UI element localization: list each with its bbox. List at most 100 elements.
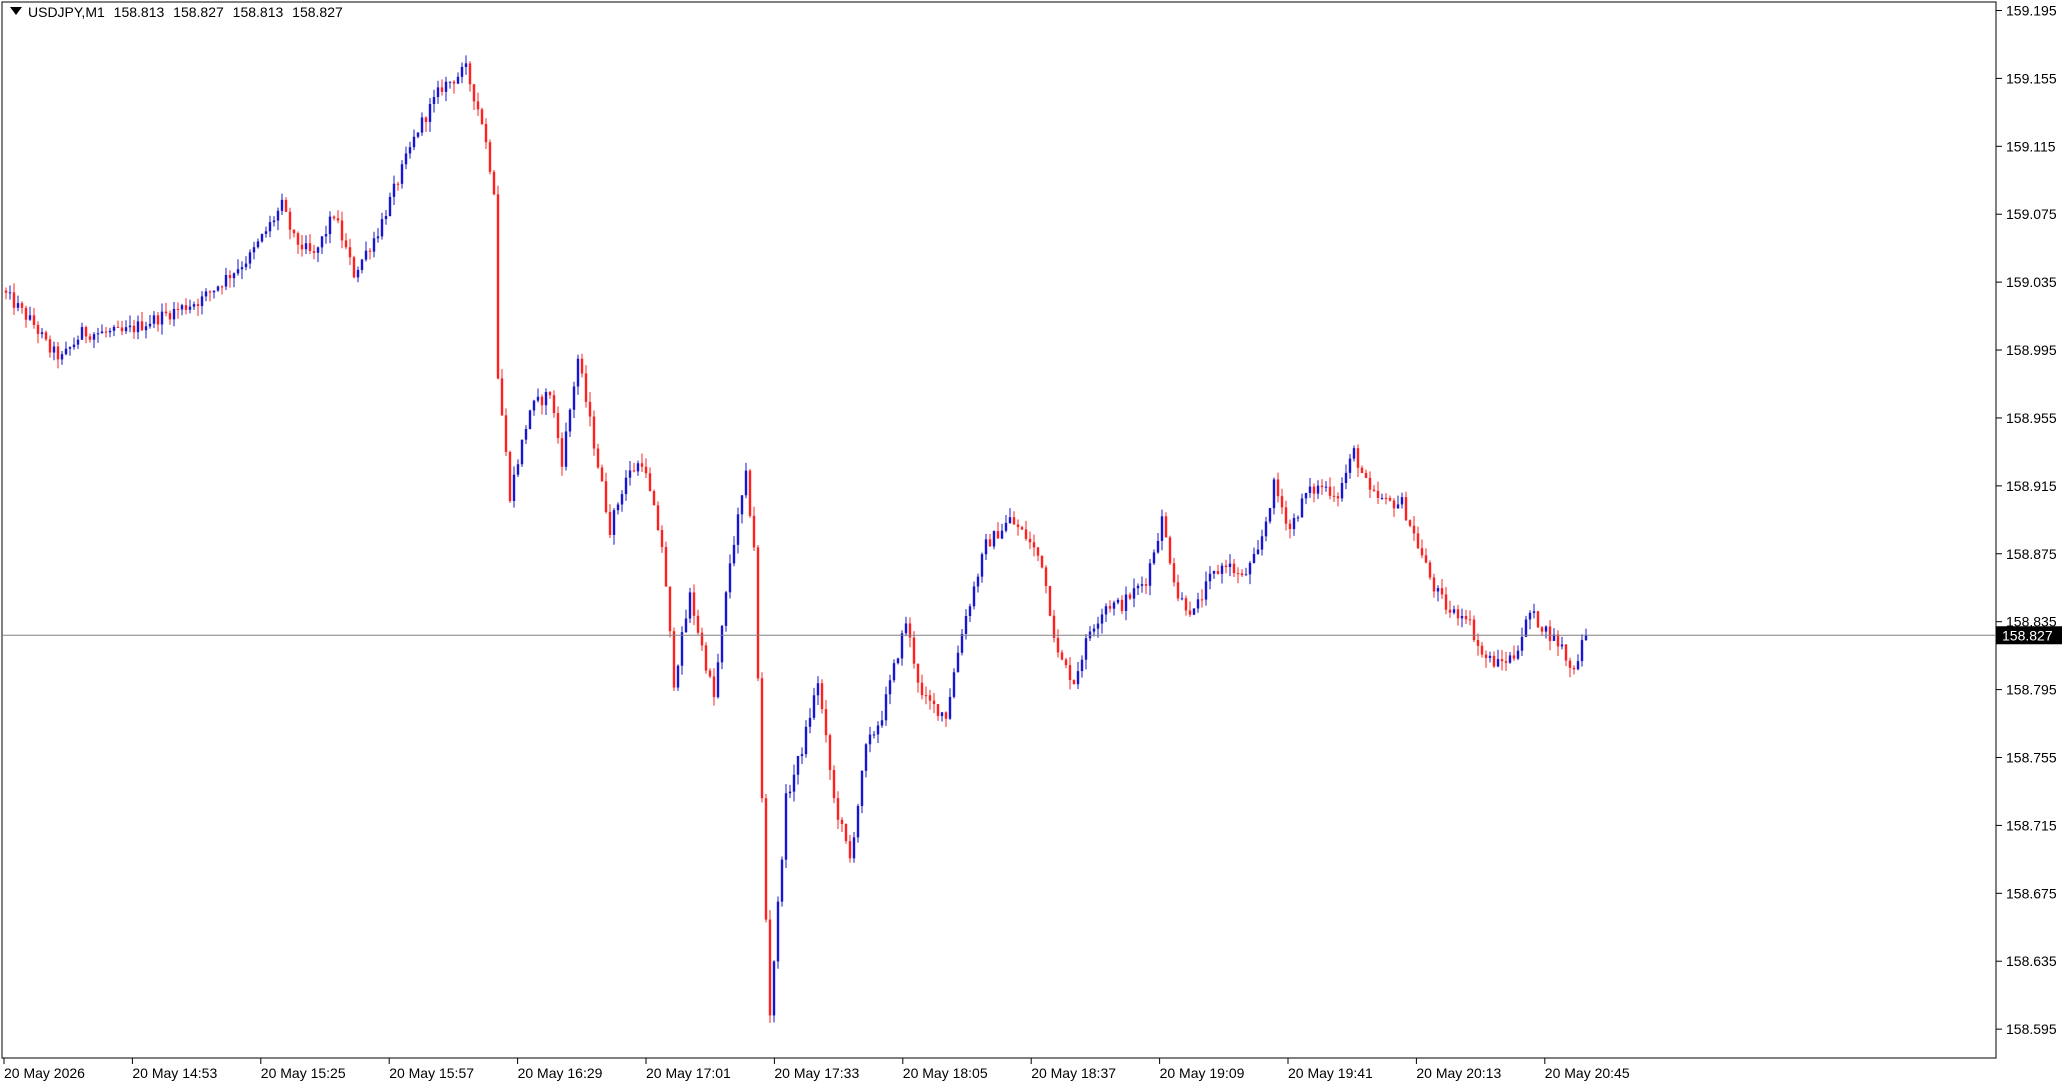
candle-body [1192,608,1196,615]
candle-body [120,327,124,332]
candle [112,324,116,337]
candle [1228,554,1232,577]
candle-body [772,961,776,1016]
candle [1004,514,1008,533]
candle [568,408,572,437]
candle-body [512,474,516,501]
candle [1444,586,1448,615]
candle [272,216,276,227]
candle-body [8,292,12,294]
candle-body [1052,615,1056,638]
candle-body [288,211,292,230]
candle [1036,547,1040,562]
candle-body [764,798,768,920]
candle [1520,627,1524,657]
candle [32,307,36,329]
candle-body [704,645,708,671]
candle-body [1420,548,1424,556]
candle-body [68,347,72,349]
candle [1068,657,1072,690]
candle [1072,679,1076,685]
candle-body [956,652,960,673]
candle-body [1012,517,1016,525]
candlestick-chart[interactable]: 159.195 159.155 159.115 159.075 159.035 158.9… [0,0,2065,1083]
candle [1224,559,1228,574]
candle-body [1468,619,1472,621]
candle-body [1444,594,1448,610]
candle-body [232,273,236,279]
candle-body [712,676,716,698]
candle-body [904,623,908,634]
candle [1436,585,1440,602]
y-tick-label: 159.035 [2006,274,2057,290]
candle-body [696,615,700,633]
candle-body [1560,644,1564,647]
candle [116,320,120,328]
candle [16,295,20,312]
candle-body [1228,563,1232,568]
candle [832,765,836,804]
candle-body [744,470,748,496]
candle [1344,464,1348,490]
candle [1108,600,1112,613]
candle [552,390,556,418]
candle-body [812,695,816,718]
candle [1300,493,1304,518]
candle-body [1180,598,1184,600]
candle [1256,539,1260,555]
candle [868,726,872,753]
candle-body [640,463,644,467]
candle-body [320,236,324,248]
candle-body [536,396,540,401]
candle-body [372,238,376,252]
candle-body [1244,574,1248,576]
candle-body [280,199,284,211]
candle-body [48,339,52,353]
candle [920,674,924,700]
candle [408,141,412,159]
candle [1212,570,1216,579]
candle-body [428,103,432,122]
candle-body [308,243,312,251]
candle-body [476,101,480,110]
candle-body [1312,486,1316,494]
candle-body [1376,490,1380,498]
candle-body [964,616,968,634]
candle [448,81,452,89]
dropdown-triangle-icon[interactable] [10,7,22,15]
candle [484,118,488,149]
candle [392,175,396,206]
candle [932,692,936,714]
y-tick-label: 159.075 [2006,206,2057,222]
low-value: 158.813 [232,4,284,20]
candle-body [1044,567,1048,586]
y-tick-label: 158.755 [2006,749,2057,765]
candle [704,642,708,674]
candle-body [1336,496,1340,499]
candle-body [972,586,976,607]
candle-body [676,665,680,688]
candle-body [768,919,772,1016]
candle-body [708,670,712,677]
candle-body [648,473,652,492]
candle [540,394,544,415]
candle [228,270,232,288]
candle-body [836,798,840,820]
candle [792,764,796,802]
candle [260,233,264,243]
candle [376,228,380,243]
candle [64,341,68,356]
candle [800,747,804,764]
candle [836,791,840,830]
candle-body [504,415,508,452]
candle-body [788,791,792,794]
candle [1104,603,1108,623]
candle-body [944,712,948,719]
candle-body [148,323,152,327]
candle-body [1040,555,1044,568]
candle [700,627,704,651]
candle [1220,562,1224,584]
candle [388,192,392,217]
candle-body [12,292,16,308]
candle [684,609,688,633]
